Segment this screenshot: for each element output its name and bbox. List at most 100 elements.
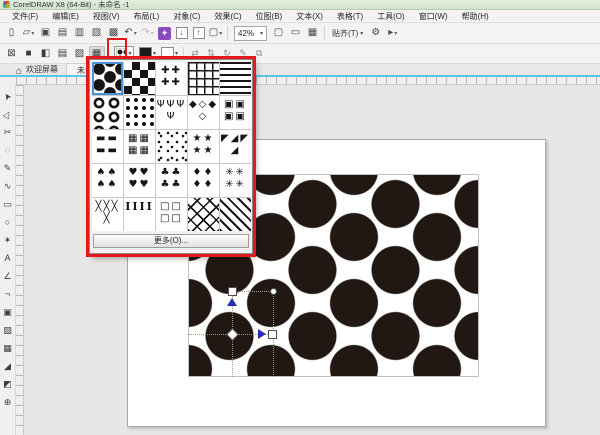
crop-tool-icon: ✂ (4, 127, 12, 138)
toolbox: ➤ ▷ ✂ ◌ ✎∿▭○ ✶ A∠ ¬ ▣▨ ▦ ◢ ◩ ⊕ (0, 85, 16, 435)
dropdown-arrow-icon[interactable]: ▾ (394, 30, 397, 37)
fill-scale-handle-right[interactable] (268, 330, 277, 339)
open-button[interactable]: ▱▾ (21, 25, 36, 42)
undo-icon: ↶ (124, 28, 132, 38)
polygon-tool[interactable]: ✶ (1, 231, 14, 249)
menu-item-4[interactable]: 对象(C) (166, 11, 207, 22)
menu-bar: 文件(F)编辑(E)视图(V)布局(L)对象(C)效果(C)位图(B)文本(X)… (0, 10, 600, 23)
menu-item-10[interactable]: 窗口(W) (412, 11, 455, 22)
zoom-level-select[interactable]: 42% ▾ (234, 26, 267, 41)
dropdown-arrow-icon[interactable]: ▾ (31, 30, 34, 37)
dropdown-arrow-icon[interactable]: ▾ (219, 30, 222, 37)
eyedropper-tool[interactable]: ◢ (1, 357, 14, 375)
fill-scale-handle-top[interactable] (228, 287, 237, 296)
duplicate-icon: ▩ (109, 28, 118, 38)
launch-button[interactable]: ▸▾ (385, 25, 400, 42)
polygon-tool-icon: ✶ (4, 235, 12, 246)
crop-tool[interactable]: ✂ (1, 123, 14, 141)
transparency-tool[interactable]: ▨ (1, 321, 14, 339)
copy-icon: ▥ (75, 28, 84, 38)
app-logo-icon (3, 1, 10, 8)
dropdown-arrow-icon[interactable]: ▾ (134, 30, 137, 37)
fill-guide-horizontal-top (232, 291, 273, 292)
freehand-tool[interactable]: ✎ (1, 159, 14, 177)
interactive-fill-tool[interactable]: ◩ (1, 375, 14, 393)
ellipse-tool[interactable]: ○ (1, 213, 14, 231)
search-content-button[interactable]: ✦ (157, 25, 172, 42)
redo-button[interactable]: ↷▾ (140, 25, 155, 42)
show-rulers-icon: ▭ (291, 28, 300, 38)
fountain-fill-icon: ◧ (41, 48, 50, 59)
full-screen-preview-icon: ▢ (274, 28, 283, 38)
no-fill-button[interactable]: ⊠ (4, 46, 20, 62)
show-grid-icon: ▦ (308, 28, 317, 38)
text-tool[interactable]: A (1, 249, 14, 267)
rectangle-tool[interactable]: ▭ (1, 195, 14, 213)
annotation-red-box-dropdown (86, 56, 256, 257)
zoom-level-value: 42% (238, 29, 254, 38)
options-gear-button[interactable]: ⚙ (368, 25, 383, 42)
redo-icon: ↷ (141, 28, 149, 38)
full-screen-preview-button[interactable]: ▢ (271, 25, 286, 42)
menu-item-8[interactable]: 表格(T) (330, 11, 370, 22)
new-document-button[interactable]: ▯ (4, 25, 19, 42)
application-launcher-button[interactable]: ▢▾ (208, 25, 223, 42)
open-icon: ▱ (23, 28, 31, 38)
mesh-fill-tool[interactable]: ▦ (1, 339, 14, 357)
menu-item-2[interactable]: 视图(V) (86, 11, 127, 22)
fill-arrow-right-icon (258, 329, 266, 339)
import-button[interactable]: ↓ (174, 25, 189, 42)
menu-item-11[interactable]: 帮助(H) (455, 11, 496, 22)
options-gear-icon: ⚙ (371, 28, 380, 38)
mesh-fill-tool-icon: ▦ (3, 343, 12, 354)
dimension-tool[interactable]: ∠ (1, 267, 14, 285)
print-icon: ▤ (58, 28, 67, 38)
pick-tool-icon: ➤ (1, 90, 14, 102)
shape-tool[interactable]: ▷ (1, 105, 14, 123)
add-tools-button[interactable]: ⊕ (1, 393, 14, 411)
chevron-down-icon[interactable]: ▾ (260, 30, 263, 37)
vector-pattern-fill-button[interactable]: ▤ (55, 46, 71, 62)
artistic-media-tool[interactable]: ∿ (1, 177, 14, 195)
connector-tool-icon: ¬ (5, 289, 10, 299)
uniform-fill-icon: ■ (25, 48, 31, 59)
print-button[interactable]: ▤ (55, 25, 70, 42)
uniform-fill-button[interactable]: ■ (21, 46, 37, 62)
export-button[interactable]: ↑ (191, 25, 206, 42)
zoom-tool-icon: ◌ (5, 145, 10, 155)
title-bar: CorelDRAW X8 (64-Bit) - 未命名 -1 (0, 0, 600, 10)
pick-tool[interactable]: ➤ (1, 87, 14, 105)
no-fill-icon: ⊠ (7, 48, 15, 59)
snap-to-label: 贴齐(T) (332, 28, 358, 39)
search-content-icon: ✦ (158, 27, 171, 40)
menu-item-6[interactable]: 位图(B) (249, 11, 290, 22)
welcome-screen-label[interactable]: 欢迎屏幕 (26, 64, 66, 77)
show-rulers-button[interactable]: ▭ (288, 25, 303, 42)
menu-item-7[interactable]: 文本(X) (289, 11, 330, 22)
zoom-tool[interactable]: ◌ (1, 141, 14, 159)
menu-item-0[interactable]: 文件(F) (5, 11, 45, 22)
dropdown-arrow-icon[interactable]: ▾ (151, 30, 154, 37)
paste-button[interactable]: ▧ (89, 25, 104, 42)
show-grid-button[interactable]: ▦ (305, 25, 320, 42)
fill-guide-vertical-ext (232, 339, 233, 377)
interactive-fill-tool-icon: ◩ (3, 379, 12, 390)
new-document-icon: ▯ (9, 28, 15, 38)
chevron-down-icon[interactable]: ▾ (360, 30, 363, 37)
home-icon[interactable]: ⌂ (16, 66, 22, 77)
snap-to-button[interactable]: 贴齐(T)▾ (328, 28, 367, 39)
copy-button[interactable]: ▥ (72, 25, 87, 42)
menu-item-5[interactable]: 效果(C) (207, 11, 248, 22)
menu-item-3[interactable]: 布局(L) (127, 11, 167, 22)
toolbar-separator (324, 26, 325, 40)
menu-item-1[interactable]: 编辑(E) (45, 11, 86, 22)
drop-shadow-tool[interactable]: ▣ (1, 303, 14, 321)
coreldraw-window: CorelDRAW X8 (64-Bit) - 未命名 -1 文件(F)编辑(E… (0, 0, 600, 435)
fill-corner-handle[interactable] (270, 288, 277, 295)
menu-item-9[interactable]: 工具(O) (370, 11, 412, 22)
fountain-fill-button[interactable]: ◧ (38, 46, 54, 62)
standard-toolbar: ▯▱▾▣▤▥▧▩↶▾↷▾✦↓↑▢▾42%▾▢▭▦贴齐(T)▾⚙▸▾ (0, 23, 600, 44)
save-button[interactable]: ▣ (38, 25, 53, 42)
connector-tool[interactable]: ¬ (1, 285, 14, 303)
window-title: CorelDRAW X8 (64-Bit) - 未命名 -1 (13, 0, 129, 10)
